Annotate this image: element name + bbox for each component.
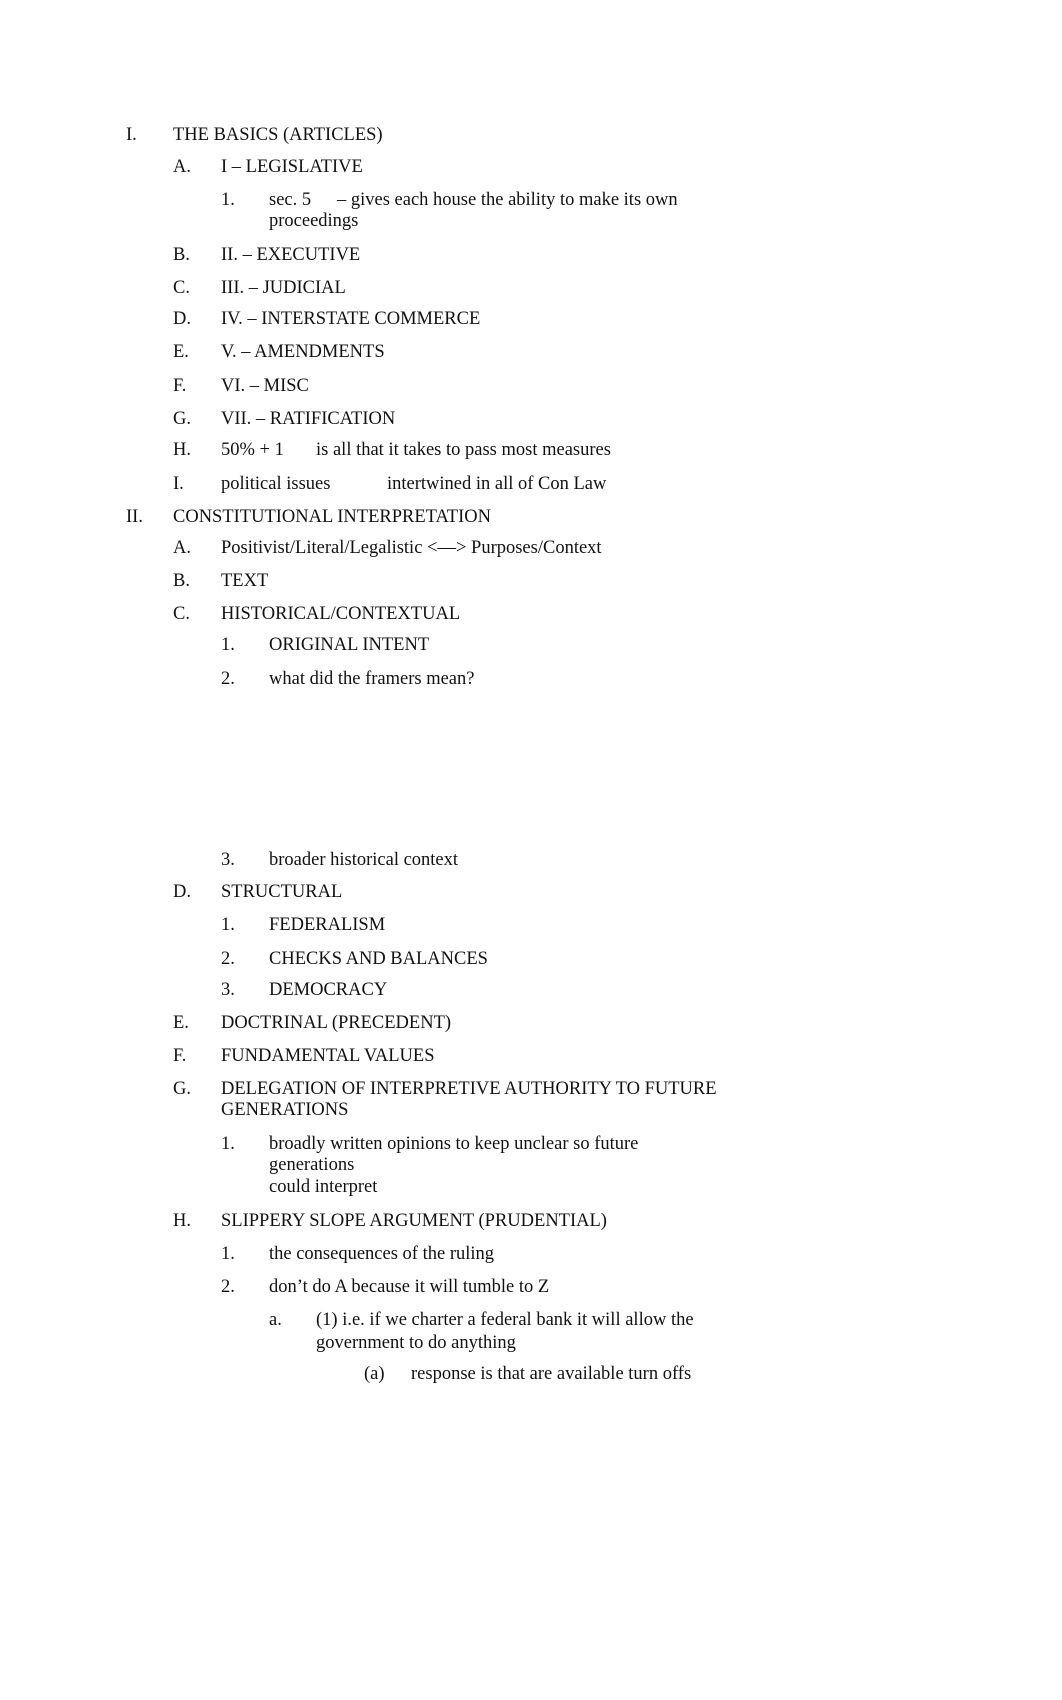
outline-text-continued: government to do anything xyxy=(316,1333,516,1353)
outline-text: I – LEGISLATIVE xyxy=(221,157,363,177)
outline-marker: A. xyxy=(173,538,191,558)
outline-marker: I. xyxy=(126,125,137,145)
outline-text-continued: GENERATIONS xyxy=(221,1100,349,1120)
outline-marker: C. xyxy=(173,278,190,298)
outline-text: DEMOCRACY xyxy=(269,980,388,1000)
outline-marker: H. xyxy=(173,440,191,460)
outline-marker: 1. xyxy=(221,1244,235,1264)
outline-marker: F. xyxy=(173,376,187,396)
outline-marker: E. xyxy=(173,1013,189,1033)
outline-marker: 1. xyxy=(221,1134,235,1154)
outline-text: III. – JUDICIAL xyxy=(221,278,346,298)
outline-marker: G. xyxy=(173,409,191,429)
outline-text: (1) i.e. if we charter a federal bank it… xyxy=(316,1310,694,1330)
outline-marker: A. xyxy=(173,157,191,177)
outline-text: CHECKS AND BALANCES xyxy=(269,949,488,969)
outline-marker: B. xyxy=(173,245,190,265)
outline-marker: 2. xyxy=(221,1277,235,1297)
outline-text: DELEGATION OF INTERPRETIVE AUTHORITY TO … xyxy=(221,1079,717,1099)
outline-text: is all that it takes to pass most measur… xyxy=(316,440,611,460)
outline-text: what did the framers mean? xyxy=(269,669,475,689)
outline-text: 50% + 1 xyxy=(221,440,284,460)
outline-marker: B. xyxy=(173,571,190,591)
outline-text: broader historical context xyxy=(269,850,459,870)
outline-heading: THE BASICS (ARTICLES) xyxy=(173,125,383,145)
outline-text: intertwined in all of Con Law xyxy=(387,474,607,494)
outline-text: DOCTRINAL (PRECEDENT) xyxy=(221,1013,452,1033)
outline-marker: 1. xyxy=(221,635,235,655)
outline-text-continued: generations xyxy=(269,1155,355,1175)
outline-marker: 2. xyxy=(221,949,235,969)
outline-text: sec. 5 xyxy=(269,190,312,210)
outline-text: II. – EXECUTIVE xyxy=(221,245,361,265)
outline-text: VII. – RATIFICATION xyxy=(221,409,396,429)
outline-marker: E. xyxy=(173,342,189,362)
outline-text: VI. – MISC xyxy=(221,376,309,396)
outline-marker: D. xyxy=(173,882,191,902)
outline-text: IV. – INTERSTATE COMMERCE xyxy=(221,309,481,329)
outline-text: – gives each house the ability to make i… xyxy=(337,190,678,210)
outline-marker: 1. xyxy=(221,915,235,935)
outline-heading: CONSTITUTIONAL INTERPRETATION xyxy=(173,507,491,527)
outline-text: the consequences of the ruling xyxy=(269,1244,495,1264)
outline-text: V. – AMENDMENTS xyxy=(221,342,385,362)
outline-marker: 3. xyxy=(221,980,235,1000)
outline-marker: G. xyxy=(173,1079,191,1099)
outline-text: SLIPPERY SLOPE ARGUMENT (PRUDENTIAL) xyxy=(221,1211,607,1231)
outline-marker: D. xyxy=(173,309,191,329)
outline-text: STRUCTURAL xyxy=(221,882,343,902)
outline-marker: II. xyxy=(126,507,143,527)
outline-text-continued: proceedings xyxy=(269,211,359,231)
outline-marker: F. xyxy=(173,1046,187,1066)
outline-text: response is that are available turn offs xyxy=(411,1364,692,1384)
outline-text: FUNDAMENTAL VALUES xyxy=(221,1046,435,1066)
outline-text: don’t do A because it will tumble to Z xyxy=(269,1277,550,1297)
outline-marker: (a) xyxy=(364,1364,385,1384)
outline-text: political issues xyxy=(221,474,331,494)
outline-marker: C. xyxy=(173,604,190,624)
outline-text: TEXT xyxy=(221,571,269,591)
outline-marker: a. xyxy=(269,1310,282,1330)
outline-text: FEDERALISM xyxy=(269,915,386,935)
outline-text: ORIGINAL INTENT xyxy=(269,635,430,655)
outline-text: HISTORICAL/CONTEXTUAL xyxy=(221,604,461,624)
outline-text: broadly written opinions to keep unclear… xyxy=(269,1134,639,1154)
outline-marker: 1. xyxy=(221,190,235,210)
outline-marker: H. xyxy=(173,1211,191,1231)
outline-text-continued: could interpret xyxy=(269,1177,378,1197)
outline-marker: 2. xyxy=(221,669,235,689)
outline-marker: I. xyxy=(173,474,184,494)
outline-text: Positivist/Literal/Legalistic <—> Purpos… xyxy=(221,538,602,558)
outline-marker: 3. xyxy=(221,850,235,870)
